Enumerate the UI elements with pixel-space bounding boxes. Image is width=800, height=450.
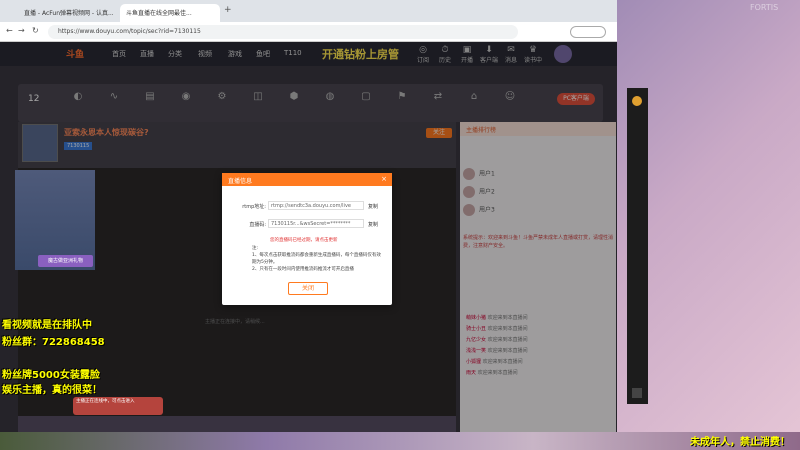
cat-banner: 魔古做亚洲礼物 [38,255,93,267]
overlay-line-1: 看视频就是在排队中 [2,320,92,331]
watermark: FORTIS [750,3,779,12]
dialog-header: 直播信息 × [222,173,392,186]
overlay-line-3: 粉丝牌5000女装露脸 [2,370,100,381]
side-toolbar [627,88,648,404]
background-art [0,432,800,450]
profile-button[interactable] [570,26,606,38]
tab-label: 斗鱼直播在线全网最佳... [126,10,192,17]
gift-popup[interactable]: 主播正在连线中，可点击进入 [73,397,163,415]
tab-strip: 直播 - AcFun弹幕视频网 - 认真... 斗鱼直播在线全网最佳... + [0,0,617,22]
overlay-line-2: 粉丝群：722868458 [2,337,105,348]
tab-label: 直播 - AcFun弹幕视频网 - 认真... [24,10,114,17]
rtmp-label: rtmp地址: [242,204,266,210]
dialog-title: 直播信息 [228,178,253,185]
overlay-line-4: 娱乐主播，真的很菜！ [2,385,102,396]
copy-rtmp-button[interactable]: 复制 [368,203,378,210]
key-label: 直播码: [249,222,266,228]
back-icon[interactable]: ← [6,26,13,35]
rtmp-field[interactable]: rtmp://sendtc3a.douyu.com/live [268,201,364,210]
copy-key-button[interactable]: 复制 [368,221,378,228]
side-icon-2[interactable] [632,388,642,398]
address-bar: ← → ↻ https://www.douyu.com/topic/sec?ri… [0,22,617,42]
url-input[interactable]: https://www.douyu.com/topic/sec?rid=7130… [48,25,518,39]
key-field[interactable]: 7130115r...&wsSecret=******** [268,219,364,228]
refresh-icon[interactable]: ↻ [32,26,39,35]
tab-douyu[interactable]: 斗鱼直播在线全网最佳... [120,4,220,22]
minor-warning: 未成年人，禁止消费！ [690,437,790,448]
close-icon[interactable]: × [381,175,387,183]
close-button[interactable]: 关闭 [288,282,328,295]
tab-acfun[interactable]: 直播 - AcFun弹幕视频网 - 认真... [18,4,118,22]
warning-text[interactable]: 您的直播码已经过期，请点击更新 [270,237,338,243]
new-tab-button[interactable]: + [224,5,232,15]
stream-info-dialog: 直播信息 × rtmp地址: rtmp://sendtc3a.douyu.com… [222,173,392,305]
side-icon-1[interactable] [632,96,642,106]
notes: 注: 1、每次点击获取推流码都会重新生成直播码，每个直播码仅有效期为5分钟。 2… [252,246,381,272]
forward-icon[interactable]: → [18,26,25,35]
